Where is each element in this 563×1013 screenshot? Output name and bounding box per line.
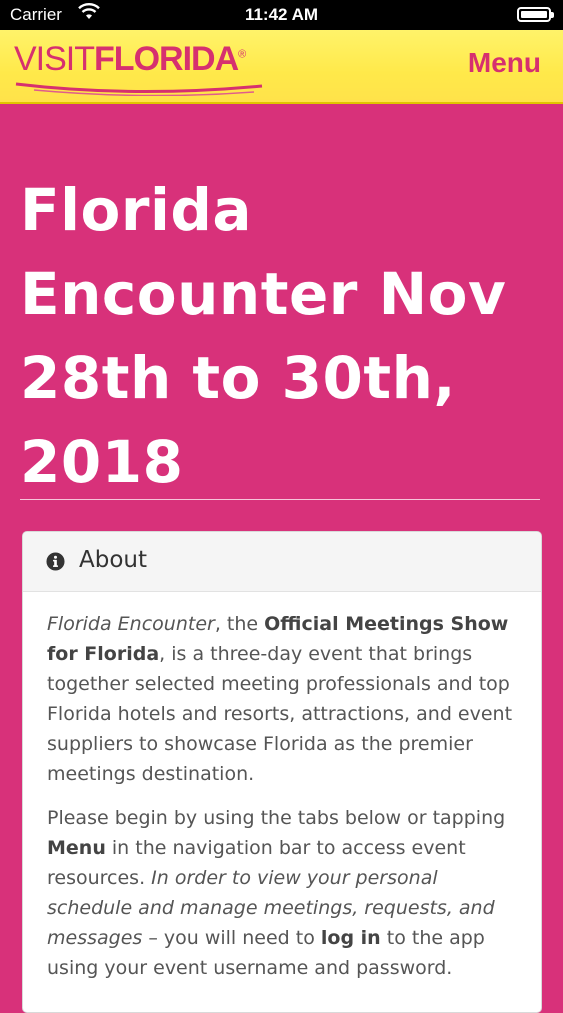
status-bar: Carrier 11:42 AM	[0, 0, 563, 30]
about-panel: About Florida Encounter, the Official Me…	[22, 531, 542, 1013]
visit-florida-logo[interactable]: VISITFLORIDA®	[14, 40, 246, 79]
about-paragraph-1: Florida Encounter, the Official Meetings…	[47, 613, 513, 785]
about-title: About	[79, 547, 148, 573]
about-paragraph-2: Please begin by using the tabs below or …	[47, 807, 506, 979]
clock: 11:42 AM	[244, 5, 319, 24]
menu-button[interactable]: Menu	[468, 47, 541, 79]
event-title: Florida Encounter Nov 28th to 30th, 2018	[20, 176, 507, 496]
login-link[interactable]: log in	[321, 927, 381, 949]
info-circle-icon	[46, 552, 65, 571]
title-divider	[20, 499, 540, 500]
logo-swoosh-icon	[15, 82, 263, 96]
about-body: Florida Encounter, the Official Meetings…	[23, 592, 541, 983]
navbar: VISITFLORIDA® Menu	[0, 30, 563, 104]
about-panel-header: About	[23, 532, 541, 592]
battery-icon	[517, 7, 554, 22]
